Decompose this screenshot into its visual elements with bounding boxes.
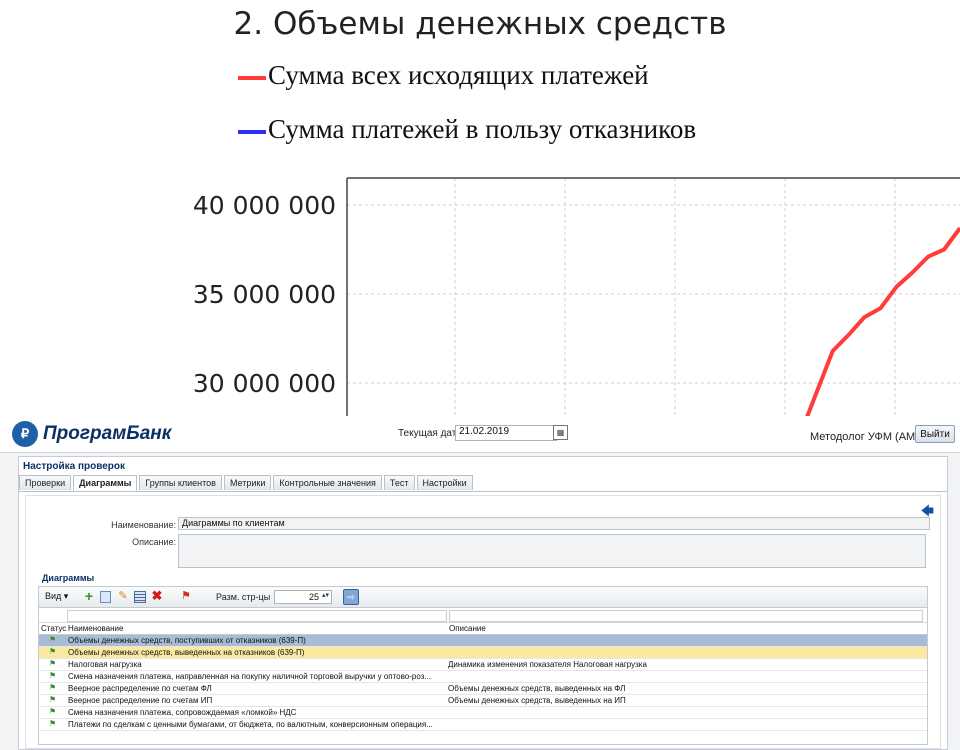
column-header-description[interactable]: Описание <box>449 624 486 633</box>
status-flag-icon: ⚑ <box>49 671 57 680</box>
status-flag-icon: ⚑ <box>49 695 57 704</box>
row-name: Объемы денежных средств, поступивших от … <box>68 636 306 645</box>
tab-test[interactable]: Тест <box>383 475 415 490</box>
table-row[interactable]: ⚑ Веерное распределение по счетам ФЛ Объем… <box>39 683 927 695</box>
y-tick-label: 40 000 000 <box>193 191 336 220</box>
tab-control-values[interactable]: Контрольные значения <box>273 475 382 490</box>
date-label: Текущая дата <box>398 428 462 439</box>
table-row[interactable]: ⚑ Налоговая нагрузка Динамика изменения по… <box>39 659 927 671</box>
line-chart: 40 000 000 35 000 000 30 000 000 <box>193 177 960 416</box>
chart-area: 2. Объемы денежных средств Сумма всех ис… <box>0 0 960 416</box>
stepper-icon[interactable]: ▴▾ <box>322 591 329 599</box>
status-flag-icon: ⚑ <box>49 647 57 656</box>
status-flag-icon: ⚑ <box>49 719 57 728</box>
table-row[interactable]: ⚑ Смена назначения платежа, сопровождаема… <box>39 707 927 719</box>
row-name: Объемы денежных средств, выведенных на о… <box>68 648 305 657</box>
copy-icon[interactable] <box>100 591 111 603</box>
row-name: Смена назначения платежа, сопровождаемая… <box>68 708 297 717</box>
status-flag-icon: ⚑ <box>49 659 57 668</box>
user-name: Методолог УФМ (AML) <box>810 431 926 443</box>
tab-divider <box>19 491 947 492</box>
y-tick-label: 30 000 000 <box>193 369 336 398</box>
description-field[interactable] <box>178 534 926 568</box>
date-field[interactable]: 21.02.2019 <box>455 425 557 441</box>
description-label: Описание: <box>132 537 176 547</box>
tab-content: 🡄 Наименование: Диаграммы по клиентам Оп… <box>25 495 941 749</box>
column-header-name[interactable]: Наименование <box>68 624 123 633</box>
description-filter-input[interactable] <box>449 610 923 622</box>
status-flag-icon: ⚑ <box>49 683 57 692</box>
table-row[interactable]: ⚑ Веерное распределение по счетам ИП Объем… <box>39 695 927 707</box>
section-title: Диаграммы <box>42 573 95 583</box>
row-description: Динамика изменения показателя Налоговая … <box>448 660 647 669</box>
grid-rows: ⚑ Объемы денежных средств, поступивших от… <box>39 635 927 731</box>
diagrams-grid: Вид ▾ + ✎ ✖ ⚑ Разм. стр-цы 25 ▴▾ ⇨ Стату… <box>38 586 928 745</box>
name-field[interactable]: Диаграммы по клиентам <box>178 517 930 530</box>
status-flag-icon: ⚑ <box>49 707 57 716</box>
tab-metrics[interactable]: Метрики <box>223 475 272 490</box>
flag-icon[interactable]: ⚑ <box>180 590 192 602</box>
name-label: Наименование: <box>111 520 176 530</box>
calendar-icon[interactable]: ▦ <box>553 425 568 440</box>
tab-client-groups[interactable]: Группы клиентов <box>139 475 222 490</box>
status-flag-icon: ⚑ <box>49 635 57 644</box>
table-row[interactable]: ⚑ Платежи по сделкам с ценными бумагами, … <box>39 719 927 731</box>
app-window: ₽ ПрограмБанк Текущая дата 21.02.2019 ▦ … <box>0 416 960 750</box>
logo: ₽ ПрограмБанк <box>12 421 171 447</box>
logout-button[interactable]: Выйти <box>915 425 955 443</box>
column-header-status[interactable]: Статус <box>41 624 66 633</box>
table-row[interactable]: ⚑ Смена назначения платежа, направленная … <box>39 671 927 683</box>
view-menu-button[interactable]: Вид ▾ <box>45 591 68 602</box>
bank-logo-icon: ₽ <box>12 421 38 447</box>
settings-panel: Настройка проверок Проверки Диаграммы Гр… <box>18 456 948 750</box>
name-filter-input[interactable] <box>67 610 447 622</box>
y-tick-label: 35 000 000 <box>193 280 336 309</box>
grid-toolbar: Вид ▾ + ✎ ✖ ⚑ Разм. стр-цы 25 ▴▾ ⇨ <box>39 587 927 608</box>
add-icon[interactable]: + <box>83 589 95 603</box>
page-size-label: Разм. стр-цы <box>216 592 271 602</box>
panel-title: Настройка проверок <box>23 461 126 472</box>
tab-diagrams[interactable]: Диаграммы <box>73 475 138 491</box>
series-line-outgoing <box>805 226 960 416</box>
tab-bar: Проверки Диаграммы Группы клиентов Метри… <box>19 475 475 491</box>
row-name: Смена назначения платежа, направленная н… <box>68 672 432 681</box>
tab-checks[interactable]: Проверки <box>19 475 72 490</box>
row-description: Объемы денежных средств, выведенных на И… <box>448 696 626 705</box>
filter-row <box>39 608 927 623</box>
edit-pencil-icon[interactable]: ✎ <box>117 590 129 602</box>
row-name: Веерное распределение по счетам ИП <box>68 696 213 705</box>
logo-text: ПрограмБанк <box>43 423 172 444</box>
grid-header-row: Статус Наименование Описание <box>39 623 927 635</box>
table-row[interactable]: ⚑ Объемы денежных средств, поступивших от… <box>39 635 927 647</box>
table-row[interactable]: ⚑ Объемы денежных средств, выведенных на … <box>39 647 927 659</box>
row-description: Объемы денежных средств, выведенных на Ф… <box>448 684 626 693</box>
app-header: ₽ ПрограмБанк Текущая дата 21.02.2019 ▦ … <box>0 416 960 453</box>
row-name: Веерное распределение по счетам ФЛ <box>68 684 212 693</box>
row-name: Платежи по сделкам с ценными бумагами, о… <box>68 720 433 729</box>
export-icon[interactable]: ⇨ <box>343 589 359 605</box>
delete-icon[interactable]: ✖ <box>151 589 163 602</box>
row-name: Налоговая нагрузка <box>68 660 142 669</box>
table-icon[interactable] <box>134 591 146 603</box>
tab-settings[interactable]: Настройки <box>416 475 473 490</box>
